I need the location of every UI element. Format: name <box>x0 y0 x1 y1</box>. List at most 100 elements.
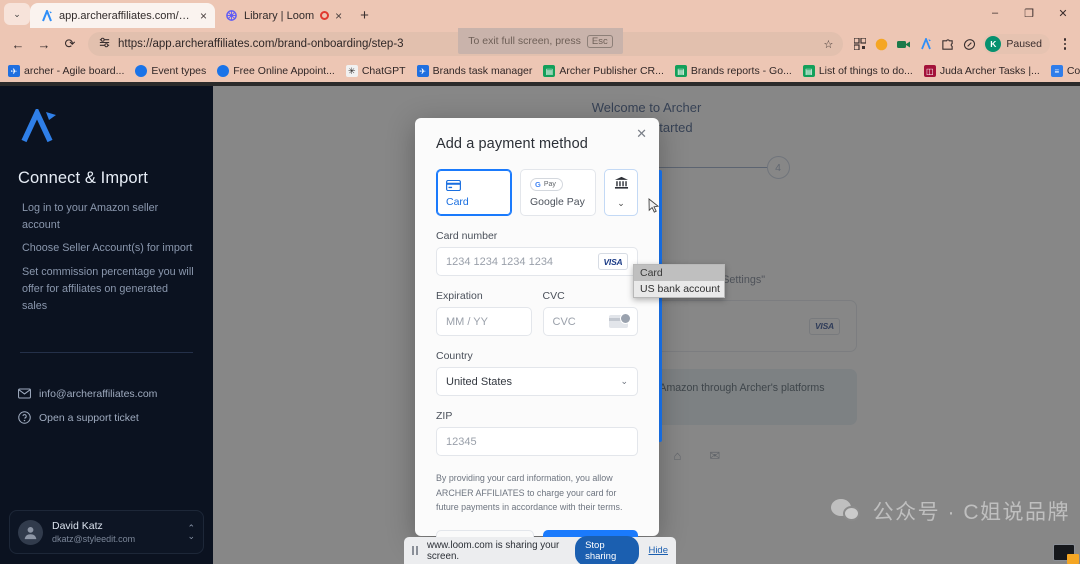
help-circle-icon <box>18 411 31 425</box>
payment-tab-card[interactable]: Card <box>436 169 512 216</box>
wechat-icon <box>830 499 863 523</box>
country-value: United States <box>446 375 513 388</box>
maximize-button[interactable]: ❐ <box>1012 0 1046 26</box>
close-icon[interactable]: ✕ <box>636 127 647 140</box>
watermark-text: 公众号 · C姐说品牌 <box>872 501 1070 524</box>
bookmark-item[interactable]: ◫ Juda Archer Tasks |... <box>923 65 1040 77</box>
hide-button[interactable]: Hide <box>648 545 668 556</box>
chevron-updown-icon[interactable]: ⌃ ⌄ <box>187 523 195 540</box>
screen-share-tray-icon[interactable] <box>1053 544 1079 564</box>
profile-chip[interactable]: K Paused <box>983 34 1050 54</box>
bookmark-label: Archer Publisher CR... <box>559 65 664 77</box>
chevron-down-icon: ⌄ <box>617 198 625 208</box>
payment-tab-google-pay[interactable]: G Pay Google Pay <box>520 169 596 216</box>
close-icon[interactable]: × <box>335 10 342 22</box>
browser-tab-loom[interactable]: Library | Loom × <box>215 3 350 28</box>
tab-strip: ⌄ app.archeraffiliates.com/brand- × Libr… <box>0 0 1080 28</box>
bookmark-item[interactable]: ≡Cold outreach copy... <box>1050 65 1080 77</box>
payment-tab-label: Google Pay <box>530 196 585 208</box>
modal-title: Add a payment method <box>436 136 588 152</box>
country-label: Country <box>436 350 473 362</box>
calendly-icon <box>135 65 148 77</box>
bookmark-label: Cold outreach copy... <box>1066 65 1080 77</box>
sidebar-title: Connect & Import <box>18 169 148 187</box>
new-tab-button[interactable]: + <box>360 7 369 24</box>
user-name: David Katz <box>52 520 103 532</box>
card-number-input[interactable]: 1234 1234 1234 1234 VISA <box>436 247 638 276</box>
bookmark-item[interactable]: Event types <box>135 65 206 77</box>
dropdown-option-us-bank-account[interactable]: US bank account <box>634 281 724 297</box>
sidebar-link-label: info@archeraffiliates.com <box>39 387 158 400</box>
expiration-label: Expiration <box>436 290 483 302</box>
card-number-placeholder: 1234 1234 1234 1234 <box>446 255 554 268</box>
close-icon[interactable]: × <box>200 10 207 22</box>
cvc-label: CVC <box>542 290 565 302</box>
archer-extension-icon[interactable] <box>918 37 933 52</box>
tab-search-button[interactable]: ⌄ <box>4 3 30 25</box>
bookmark-label: Brands task manager <box>432 65 533 77</box>
screen-share-bar: www.loom.com is sharing your screen. Sto… <box>404 535 676 564</box>
bookmarks-bar: ✈ archer - Agile board... Event types Fre… <box>0 60 1080 82</box>
watermark: 公众号 · C姐说品牌 <box>830 496 1070 526</box>
cvc-placeholder: CVC <box>552 315 576 328</box>
qr-code-icon[interactable] <box>852 37 867 52</box>
video-camera-icon[interactable] <box>896 37 911 52</box>
browser-tab-archer[interactable]: app.archeraffiliates.com/brand- × <box>30 3 215 28</box>
expiration-input[interactable]: MM / YY <box>436 307 532 336</box>
bank-icon <box>614 176 629 195</box>
app-sidebar: Connect & Import Log in to your Amazon s… <box>0 86 213 564</box>
bookmark-item[interactable]: ▤ Archer Publisher CR... <box>543 65 664 77</box>
moon-crescent-icon[interactable] <box>874 37 889 52</box>
bookmark-label: Event types <box>151 65 207 77</box>
bookmark-star-icon[interactable]: ☆ <box>824 38 834 51</box>
payment-tab-label: Card <box>446 196 469 208</box>
legal-text: By providing your card information, you … <box>436 473 623 513</box>
site-settings-icon[interactable] <box>98 36 111 52</box>
forward-button[interactable]: → <box>32 32 56 56</box>
tab-title: Library | Loom <box>244 9 315 22</box>
zip-placeholder: 12345 <box>446 435 477 448</box>
bookmark-item[interactable]: ✈ archer - Agile board... <box>8 65 124 77</box>
window-controls: – ❐ ✕ <box>978 0 1080 26</box>
add-payment-method-modal: ✕ Add a payment method Card G Pay Google … <box>415 118 725 560</box>
sidebar-link-support[interactable]: Open a support ticket <box>18 411 195 425</box>
leaf-icon[interactable] <box>962 37 977 52</box>
share-message: www.loom.com is sharing your screen. <box>427 539 560 562</box>
stop-sharing-button[interactable]: Stop sharing <box>575 535 640 564</box>
bookmark-item[interactable]: ▤ List of things to do... <box>802 65 913 77</box>
bookmark-item[interactable]: ▤ Brands reports - Go... <box>674 65 792 77</box>
minimize-button[interactable]: – <box>978 0 1012 26</box>
sidebar-user-card[interactable]: David Katz dkatz@styleedit.com ⌃ ⌄ <box>9 510 204 554</box>
zip-input[interactable]: 12345 <box>436 427 638 456</box>
archer-logo <box>20 106 60 143</box>
sidebar-step-3: Set commission percentage you will offer… <box>22 266 194 312</box>
mail-icon <box>18 387 31 400</box>
fullscreen-exit-toast: To exit full screen, press Esc <box>458 28 623 54</box>
pause-icon[interactable] <box>412 546 418 555</box>
more-payment-methods-button[interactable]: ⌄ <box>604 169 638 216</box>
avatar: K <box>985 36 1002 52</box>
sidebar-divider <box>20 352 193 354</box>
payment-method-dropdown[interactable]: Card US bank account <box>633 264 725 298</box>
close-window-button[interactable]: ✕ <box>1046 0 1080 26</box>
bookmark-item[interactable]: ✈ Brands task manager <box>416 65 533 77</box>
back-button[interactable]: ← <box>6 32 30 56</box>
cvc-card-icon <box>609 313 631 328</box>
calendly-icon <box>217 65 230 77</box>
country-select[interactable]: United States ⌄ <box>436 367 638 396</box>
bookmark-item[interactable]: ✳ ChatGPT <box>345 65 406 77</box>
loom-favicon-icon <box>225 9 238 22</box>
bookmark-label: List of things to do... <box>818 65 913 77</box>
user-email: dkatz@styleedit.com <box>52 534 136 544</box>
payment-method-tabs: Card G Pay Google Pay ⌄ Card US bank acco… <box>436 169 725 298</box>
bookmark-item[interactable]: Free Online Appoint... <box>217 65 335 77</box>
jira-icon: ✈ <box>416 65 429 77</box>
esc-key-badge: Esc <box>586 34 613 48</box>
dropdown-option-card[interactable]: Card <box>634 265 724 281</box>
sidebar-link-email[interactable]: info@archeraffiliates.com <box>18 387 195 400</box>
reload-button[interactable]: ⟳ <box>58 32 82 56</box>
puzzle-icon[interactable] <box>940 37 955 52</box>
cvc-input[interactable]: CVC <box>542 307 638 336</box>
kebab-menu-icon[interactable] <box>1056 38 1074 50</box>
zip-label: ZIP <box>436 410 453 422</box>
